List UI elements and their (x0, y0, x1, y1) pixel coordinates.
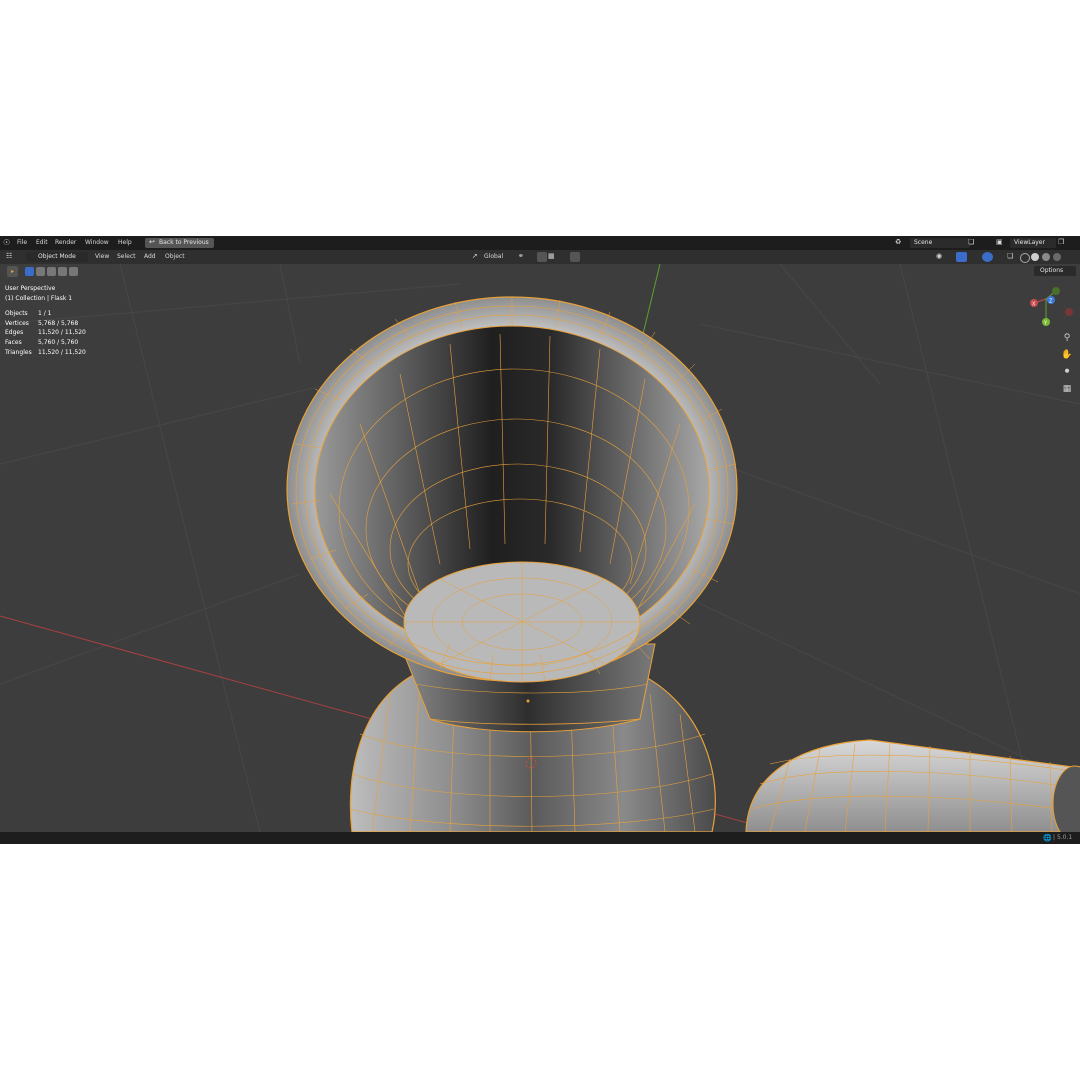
hand-icon[interactable]: ✋ (1060, 348, 1074, 362)
snap-icon[interactable] (537, 252, 547, 262)
menu-select[interactable]: Select (117, 253, 136, 260)
flask-mesh (286, 296, 738, 832)
stats-row-triangles: Triangles 11,520 / 11,520 (5, 348, 86, 356)
menu-render[interactable]: Render (55, 239, 76, 246)
viewport-overlay-text: User Perspective (1) Collection | Flask … (5, 284, 86, 357)
menu-window[interactable]: Window (85, 239, 109, 246)
zoom-icon[interactable]: ⚲ (1060, 331, 1074, 345)
grid-icon[interactable]: ▦ (1060, 382, 1074, 396)
back-to-previous-button[interactable]: ↩ Back to Previous (145, 238, 214, 248)
scene-selector[interactable]: Scene (910, 238, 970, 248)
collection-label: (1) Collection | Flask 1 (5, 294, 73, 302)
top-menu-bar: ☉ File Edit Render Window Help ↩ Back to… (0, 236, 1080, 250)
menu-help[interactable]: Help (118, 239, 132, 246)
z-axis-label: Z (1049, 299, 1053, 305)
gizmo-toggle-icon[interactable] (956, 252, 967, 262)
editor-type-icon[interactable]: ☷ (6, 252, 12, 260)
blender-logo-icon[interactable]: ☉ (3, 238, 10, 247)
3d-viewport[interactable]: Z X Y (0, 264, 1080, 832)
version-label: | 5.0.1 (1053, 834, 1073, 841)
blender-window: Z X Y ☉ File Edit Render Window Help ↩ B… (0, 236, 1080, 844)
stats-row-faces: Faces 5,760 / 5,760 (5, 338, 79, 346)
select-intersect-icon[interactable] (69, 267, 78, 276)
menu-edit[interactable]: Edit (36, 239, 48, 246)
select-invert-icon[interactable] (58, 267, 67, 276)
perspective-label: User Perspective (5, 285, 56, 292)
select-tool-icon[interactable]: ▸ (7, 266, 18, 277)
xray-icon[interactable]: ❏ (1007, 252, 1013, 260)
select-new-icon[interactable] (25, 267, 34, 276)
back-icon: ↩ (149, 238, 155, 246)
menu-object[interactable]: Object (165, 253, 185, 260)
view-layer-selector[interactable]: ViewLayer (1010, 238, 1056, 248)
pin-icon[interactable]: ❏ (968, 238, 974, 246)
visibility-icon[interactable]: ◉ (936, 252, 942, 260)
pivot-icon[interactable]: ⚭ (518, 252, 524, 260)
stats-row-edges: Edges 11,520 / 11,520 (5, 329, 86, 337)
view-layer-icon[interactable]: ▣ (996, 238, 1003, 246)
camera-icon[interactable]: ⚫ (1060, 365, 1074, 379)
wireframe-shading-icon[interactable] (1020, 253, 1030, 263)
scene-icon[interactable]: ♻ (895, 238, 901, 246)
snap-target-icon[interactable]: ▦ (548, 252, 555, 260)
orientation-selector[interactable]: Global (484, 253, 503, 260)
proportional-edit-icon[interactable] (570, 252, 580, 262)
x-axis-label: X (1032, 302, 1036, 308)
mode-selector[interactable]: Object Mode (26, 252, 88, 262)
second-flask-mesh (745, 739, 1080, 832)
rendered-shading-icon[interactable] (1053, 253, 1061, 261)
material-shading-icon[interactable] (1042, 253, 1050, 261)
overlay-toggle-icon[interactable] (982, 252, 993, 262)
orientation-icon[interactable]: ➚ (472, 252, 478, 260)
menu-file[interactable]: File (17, 239, 27, 246)
stats-row-vertices: Vertices 5,768 / 5,768 (5, 319, 79, 327)
menu-add[interactable]: Add (144, 253, 156, 260)
navigation-gizmo: Z X Y (1030, 287, 1073, 327)
solid-shading-icon[interactable] (1031, 253, 1039, 261)
copy-icon[interactable]: ❐ (1058, 238, 1064, 246)
tool-settings-row: ▸ Options (0, 264, 1080, 278)
globe-icon: 🌐 (1043, 834, 1052, 842)
select-extend-icon[interactable] (36, 267, 45, 276)
stats-row-objects: Objects 1 / 1 (5, 310, 52, 318)
viewport-header: ☷ Object Mode View Select Add Object ➚ G… (0, 250, 1080, 264)
select-subtract-icon[interactable] (47, 267, 56, 276)
menu-view[interactable]: View (95, 253, 109, 260)
options-dropdown[interactable]: Options (1034, 266, 1076, 276)
status-bar: 🌐 | 5.0.1 (0, 832, 1080, 844)
